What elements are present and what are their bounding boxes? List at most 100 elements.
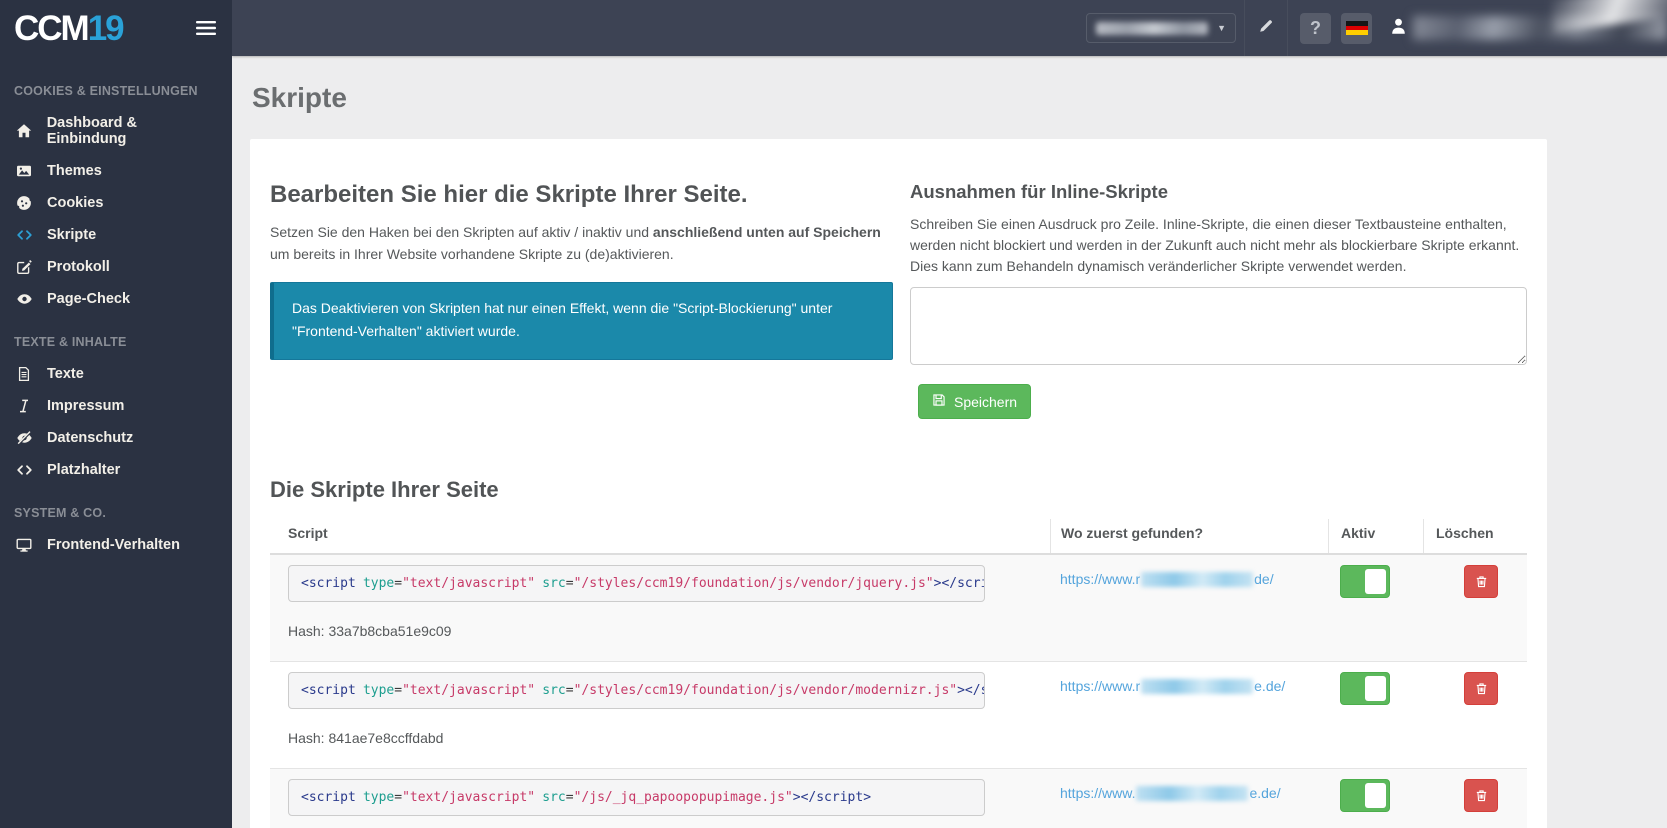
active-toggle[interactable] [1340, 779, 1390, 812]
active-cell [1328, 662, 1423, 768]
script-cell: <scripttype="text/javascript"src="/style… [270, 555, 1050, 661]
scripts-table-heading: Die Skripte Ihrer Seite [270, 477, 1527, 503]
eye-icon [14, 291, 34, 307]
code-icon [14, 227, 34, 243]
script-cell: <scripttype="text/javascript"src="/js/_j… [270, 769, 1050, 828]
script-code: <scripttype="text/javascript"src="/style… [288, 672, 985, 709]
delete-button[interactable] [1464, 672, 1498, 705]
account-dropdown[interactable]: ▼ [1086, 13, 1236, 43]
content-card: Bearbeiten Sie hier die Skripte Ihrer Se… [250, 139, 1547, 828]
column-header-script: Script [270, 519, 1050, 553]
script-cell: <scripttype="text/javascript"src="/style… [270, 662, 1050, 768]
save-button[interactable]: Speichern [918, 384, 1031, 419]
home-icon [14, 123, 34, 139]
sidebar-item-themes[interactable]: Themes [0, 155, 232, 187]
logo-number: 19 [88, 9, 123, 48]
column-header-delete: Löschen [1423, 519, 1527, 553]
edit-icon [14, 259, 34, 275]
sidebar-item-label: Page-Check [47, 291, 130, 307]
script-hash: Hash: 33a7b8cba51e9c09 [288, 623, 1032, 639]
delete-cell [1423, 555, 1527, 661]
menu-toggle-icon[interactable] [196, 20, 216, 36]
active-toggle[interactable] [1340, 565, 1390, 598]
redacted-url-segment [1136, 786, 1248, 801]
column-header-found: Wo zuerst gefunden? [1050, 519, 1328, 553]
german-flag-icon [1346, 21, 1368, 35]
redacted-url-segment [1141, 572, 1253, 587]
save-button-label: Speichern [954, 394, 1017, 410]
sidebar-item-label: Skripte [47, 227, 96, 243]
logo-text: CCM [14, 9, 88, 48]
sidebar-item-datenschutz[interactable]: Datenschutz [0, 422, 232, 454]
active-cell [1328, 769, 1423, 828]
inline-exceptions-textarea[interactable] [910, 287, 1527, 365]
found-url-link[interactable]: https://www.rde/ [1060, 571, 1274, 587]
desktop-icon [14, 537, 34, 553]
sidebar-nav: COOKIES & EINSTELLUNGEN Dashboard & Einb… [0, 56, 232, 561]
table-row: <scripttype="text/javascript"src="/js/_j… [270, 769, 1527, 828]
chevron-down-icon: ▼ [1217, 24, 1226, 33]
app-logo[interactable]: CCM19 [14, 11, 123, 46]
scripts-intro-panel: Bearbeiten Sie hier die Skripte Ihrer Se… [270, 159, 893, 419]
sidebar-item-label: Impressum [47, 398, 124, 414]
italic-icon [14, 398, 34, 414]
save-icon [932, 393, 946, 410]
sidebar-section-system: SYSTEM & CO. [0, 486, 232, 529]
sidebar-item-label: Dashboard & Einbindung [47, 115, 218, 147]
found-url-link[interactable]: https://www.e.de/ [1060, 785, 1281, 801]
sidebar-item-label: Datenschutz [47, 430, 133, 446]
toggle-knob [1365, 783, 1386, 808]
sidebar-item-label: Frontend-Verhalten [47, 537, 180, 553]
sidebar: CCM19 COOKIES & EINSTELLUNGEN Dashboard … [0, 0, 232, 828]
delete-button[interactable] [1464, 779, 1498, 812]
question-mark-icon: ? [1310, 18, 1321, 39]
active-toggle[interactable] [1340, 672, 1390, 705]
topbar: ▼ ? [232, 0, 1667, 56]
user-icon [1390, 17, 1407, 40]
sidebar-item-frontend-verhalten[interactable]: Frontend-Verhalten [0, 529, 232, 561]
script-hash: Hash: 841ae7e8ccffdabd [288, 730, 1032, 746]
sidebar-item-page-check[interactable]: Page-Check [0, 283, 232, 315]
left-panel-heading: Bearbeiten Sie hier die Skripte Ihrer Se… [270, 181, 893, 209]
delete-cell [1423, 662, 1527, 768]
main-content: Skripte Bearbeiten Sie hier die Skripte … [232, 0, 1667, 828]
sidebar-section-cookies: COOKIES & EINSTELLUNGEN [0, 64, 232, 107]
found-url-cell: https://www.rde/ [1050, 555, 1328, 661]
right-panel-heading: Ausnahmen für Inline-Skripte [910, 181, 1527, 203]
sidebar-item-platzhalter[interactable]: Platzhalter [0, 454, 232, 486]
edit-button[interactable] [1244, 0, 1288, 56]
active-cell [1328, 555, 1423, 661]
sidebar-item-protokoll[interactable]: Protokoll [0, 251, 232, 283]
pencil-icon [1258, 18, 1274, 39]
sidebar-item-label: Platzhalter [47, 462, 120, 478]
sidebar-item-impressum[interactable]: Impressum [0, 390, 232, 422]
sidebar-item-label: Texte [47, 366, 84, 382]
sidebar-item-skripte[interactable]: Skripte [0, 219, 232, 251]
sidebar-item-cookies[interactable]: Cookies [0, 187, 232, 219]
cookie-icon [14, 195, 34, 211]
right-panel-description: Schreiben Sie einen Ausdruck pro Zeile. … [910, 214, 1527, 277]
language-flag-button[interactable] [1341, 13, 1372, 44]
table-header-row: Script Wo zuerst gefunden? Aktiv Löschen [270, 519, 1527, 555]
table-row: <scripttype="text/javascript"src="/style… [270, 662, 1527, 769]
found-url-cell: https://www.re.de/ [1050, 662, 1328, 768]
table-row: <scripttype="text/javascript"src="/style… [270, 555, 1527, 662]
delete-cell [1423, 769, 1527, 828]
sidebar-item-dashboard[interactable]: Dashboard & Einbindung [0, 107, 232, 155]
scripts-table-section: Die Skripte Ihrer Seite Script Wo zuerst… [270, 477, 1527, 828]
left-panel-intro: Setzen Sie den Haken bei den Skripten au… [270, 222, 893, 265]
redacted-account-name [1096, 22, 1208, 35]
help-button[interactable]: ? [1300, 13, 1331, 44]
inline-exceptions-panel: Ausnahmen für Inline-Skripte Schreiben S… [910, 159, 1527, 419]
toggle-knob [1365, 676, 1386, 701]
scripts-table: Script Wo zuerst gefunden? Aktiv Löschen… [270, 519, 1527, 828]
redacted-url-segment [1141, 679, 1253, 694]
toggle-knob [1365, 569, 1386, 594]
sidebar-section-texte: TEXTE & INHALTE [0, 315, 232, 358]
delete-button[interactable] [1464, 565, 1498, 598]
info-alert: Das Deaktivieren von Skripten hat nur ei… [270, 282, 893, 360]
page-title: Skripte [252, 82, 1547, 114]
found-url-link[interactable]: https://www.re.de/ [1060, 678, 1285, 694]
column-header-active: Aktiv [1328, 519, 1423, 553]
sidebar-item-texte[interactable]: Texte [0, 358, 232, 390]
